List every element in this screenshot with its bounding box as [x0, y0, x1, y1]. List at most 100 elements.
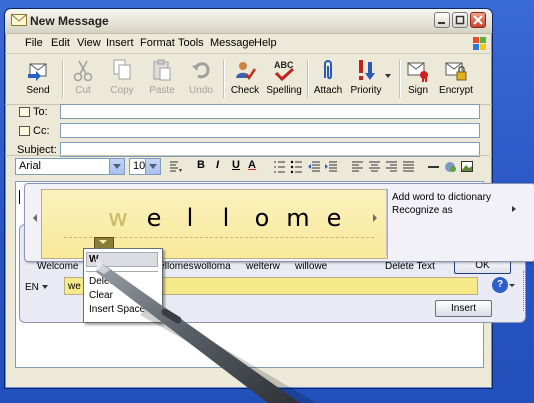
to-row: To: [5, 103, 492, 123]
copy-button[interactable]: Copy [109, 58, 135, 96]
priority-dropdown-icon[interactable] [385, 74, 391, 81]
delete-text-button[interactable]: Delete Text [385, 261, 435, 272]
font-size-select[interactable]: 10 [129, 158, 161, 175]
menu-tools[interactable]: Tools [178, 37, 204, 49]
font-select[interactable]: Arial [15, 158, 125, 175]
menu-insert[interactable]: Insert [106, 37, 134, 49]
encrypt-button[interactable]: Encrypt [439, 58, 473, 96]
input-line-text: we [68, 281, 81, 292]
delete-menu-item[interactable]: Delete [89, 276, 118, 287]
minimize-button[interactable] [434, 12, 450, 28]
cut-label: Cut [75, 85, 91, 96]
title-bar[interactable]: New Message [5, 9, 492, 34]
align-center-icon [369, 161, 380, 172]
svg-text:ABC: ABC [274, 60, 294, 70]
justify-icon [403, 161, 414, 172]
scissors-icon [73, 60, 93, 82]
menu-separator [86, 271, 158, 272]
insert-space-menu-item[interactable]: Insert Space [89, 304, 145, 315]
undo-button[interactable]: Undo [188, 58, 214, 96]
cut-button[interactable]: Cut [71, 58, 95, 96]
main-toolbar: Send Cut Copy Paste Undo Check ABC Spell… [5, 54, 492, 105]
numbered-list-icon [274, 161, 285, 173]
check-names-icon [236, 62, 257, 81]
to-label: To: [33, 106, 48, 118]
close-icon [473, 15, 483, 25]
sign-label: Sign [407, 85, 428, 96]
add-to-dictionary-item[interactable]: Add word to dictionary [392, 192, 491, 203]
align-right-icon [386, 161, 397, 172]
send-label: Send [26, 85, 50, 96]
cc-row: Cc: [5, 122, 492, 142]
italic-button[interactable]: I [216, 159, 219, 171]
lock-icon [445, 62, 467, 81]
chevron-down-icon [109, 159, 124, 174]
letter-slot[interactable]: l [208, 204, 244, 232]
align-left-icon [352, 161, 363, 172]
suggestion-item[interactable]: welterw [246, 261, 280, 272]
menu-format[interactable]: Format [140, 37, 175, 49]
letter-slot[interactable]: w [100, 204, 136, 232]
clipboard-icon [153, 59, 171, 81]
spelling-button[interactable]: ABC Spelling [265, 58, 303, 96]
paste-button[interactable]: Paste [148, 58, 176, 96]
insert-button[interactable]: Insert [435, 300, 492, 317]
spelling-label: Spelling [266, 85, 302, 96]
envelope-icon [11, 14, 27, 26]
scroll-right-icon[interactable] [373, 214, 381, 222]
undo-icon [192, 62, 210, 79]
maximize-icon [455, 15, 465, 25]
letter-slot[interactable]: m [280, 204, 316, 232]
paste-label: Paste [149, 85, 175, 96]
scroll-left-icon[interactable] [29, 214, 37, 222]
address-book-icon[interactable] [19, 107, 30, 117]
submenu-arrow-icon [512, 206, 519, 212]
menu-message[interactable]: Message [210, 37, 255, 49]
font-color-button[interactable]: A [248, 159, 256, 171]
suggestion-item[interactable]: wolloma [194, 261, 231, 272]
letter-slot[interactable]: l [172, 204, 208, 232]
bold-button[interactable]: B [197, 159, 205, 171]
cc-field[interactable] [60, 123, 480, 138]
letter-slot[interactable]: o [244, 204, 280, 232]
menu-file[interactable]: File [25, 37, 43, 49]
chevron-down-icon [42, 285, 48, 292]
address-book-icon[interactable] [19, 126, 30, 136]
letter-context-menu: W Delete Clear Insert Space [83, 248, 163, 323]
decrease-indent-icon [308, 161, 320, 172]
clear-menu-item[interactable]: Clear [89, 290, 113, 301]
font-size-value: 10 [133, 160, 146, 172]
menu-edit[interactable]: Edit [51, 37, 70, 49]
send-button[interactable]: Send [23, 58, 53, 96]
divider [386, 188, 387, 256]
paragraph-style-icon[interactable] [169, 160, 183, 174]
letter-slot[interactable]: e [136, 204, 172, 232]
recognize-as-item[interactable]: Recognize as [392, 205, 453, 216]
undo-label: Undo [189, 85, 213, 96]
letter-slot[interactable]: e [316, 204, 352, 232]
menu-help[interactable]: Help [254, 37, 277, 49]
attach-button[interactable]: Attach [312, 58, 344, 96]
panel-grip[interactable] [523, 271, 528, 311]
recognized-letters: wellome [100, 204, 352, 232]
close-button[interactable] [470, 12, 486, 28]
suggestion-item[interactable]: Welcome [37, 261, 79, 272]
font-value: Arial [19, 160, 42, 172]
format-icons [274, 160, 473, 174]
copy-icon [113, 59, 131, 80]
check-names-button[interactable]: Check [230, 58, 260, 96]
menu-view[interactable]: View [77, 37, 101, 49]
hyperlink-icon [445, 162, 456, 172]
underline-button[interactable]: U [232, 159, 240, 171]
toolbar-separator [399, 60, 401, 98]
language-selector[interactable]: EN [21, 279, 61, 296]
sign-button[interactable]: Sign [405, 58, 431, 96]
to-field[interactable] [60, 104, 480, 119]
priority-button[interactable]: Priority [348, 58, 384, 96]
language-value: EN [25, 282, 39, 293]
maximize-button[interactable] [452, 12, 468, 28]
help-button[interactable]: ? [492, 277, 508, 293]
suggestion-item[interactable]: willowe [295, 261, 327, 272]
alternate-letter-item[interactable]: W [89, 254, 98, 265]
help-dropdown-icon[interactable] [509, 284, 515, 290]
